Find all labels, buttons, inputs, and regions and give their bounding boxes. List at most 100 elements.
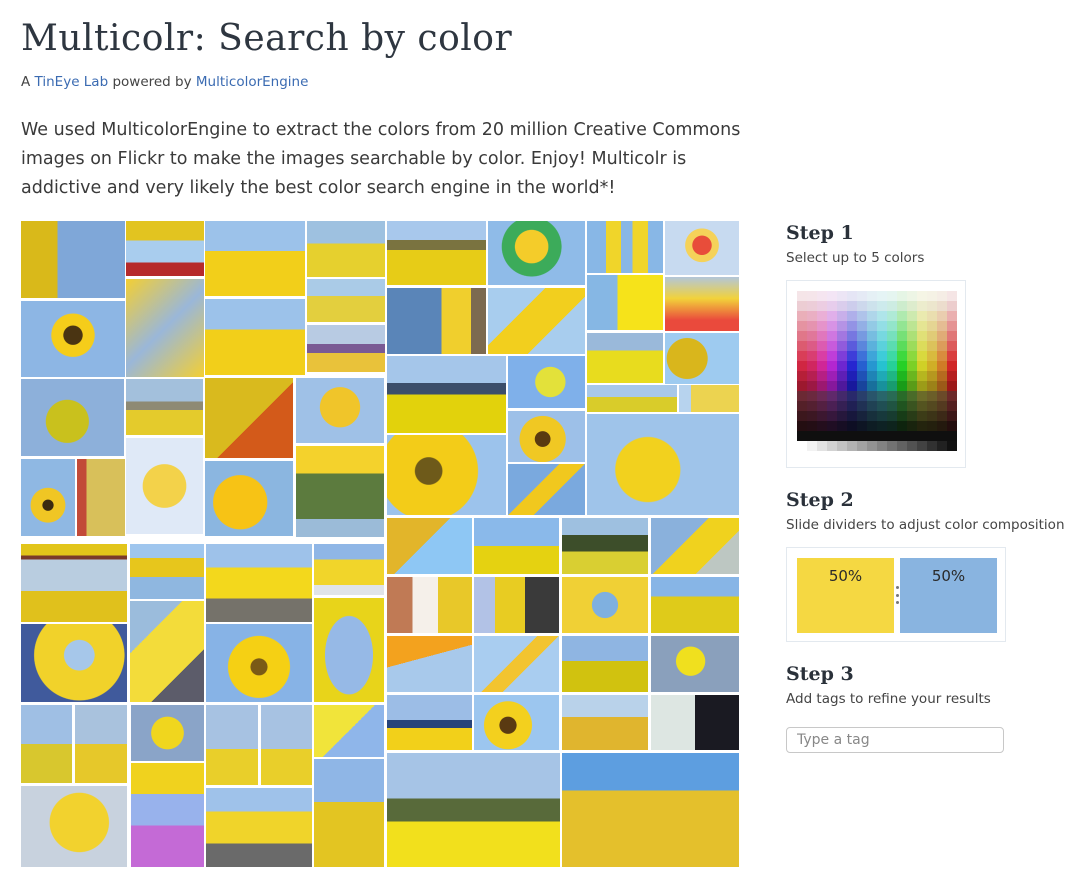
palette-color-swatch[interactable] bbox=[797, 371, 807, 381]
palette-color-swatch[interactable] bbox=[827, 391, 837, 401]
image-tile[interactable] bbox=[651, 577, 739, 633]
image-tile[interactable] bbox=[21, 786, 127, 867]
image-tile[interactable] bbox=[206, 705, 258, 785]
palette-color-swatch[interactable] bbox=[797, 351, 807, 361]
palette-color-swatch[interactable] bbox=[797, 391, 807, 401]
palette-color-swatch[interactable] bbox=[827, 361, 837, 371]
palette-color-swatch[interactable] bbox=[887, 351, 897, 361]
palette-gray-swatch[interactable] bbox=[897, 441, 907, 451]
palette-color-swatch[interactable] bbox=[807, 341, 817, 351]
palette-color-swatch[interactable] bbox=[837, 381, 847, 391]
multicolorengine-link[interactable]: MulticolorEngine bbox=[196, 74, 309, 90]
palette-color-swatch[interactable] bbox=[867, 301, 877, 311]
image-tile[interactable] bbox=[562, 518, 648, 574]
palette-color-swatch[interactable] bbox=[867, 321, 877, 331]
palette-color-swatch[interactable] bbox=[937, 381, 947, 391]
palette-color-swatch[interactable] bbox=[797, 341, 807, 351]
image-tile[interactable] bbox=[75, 705, 127, 783]
palette-color-swatch[interactable] bbox=[807, 321, 817, 331]
palette-color-swatch[interactable] bbox=[857, 391, 867, 401]
palette-color-swatch[interactable] bbox=[797, 321, 807, 331]
palette-color-swatch[interactable] bbox=[837, 401, 847, 411]
palette-color-swatch[interactable] bbox=[947, 331, 957, 341]
palette-color-swatch[interactable] bbox=[827, 321, 837, 331]
image-tile[interactable] bbox=[679, 385, 739, 412]
palette-color-swatch[interactable] bbox=[817, 311, 827, 321]
palette-color-swatch[interactable] bbox=[917, 321, 927, 331]
palette-color-swatch[interactable] bbox=[847, 361, 857, 371]
palette-color-swatch[interactable] bbox=[847, 301, 857, 311]
palette-color-swatch[interactable] bbox=[817, 421, 827, 431]
palette-color-swatch[interactable] bbox=[797, 421, 807, 431]
palette-color-swatch[interactable] bbox=[917, 311, 927, 321]
palette-color-swatch[interactable] bbox=[917, 431, 927, 441]
palette-color-swatch[interactable] bbox=[837, 311, 847, 321]
palette-color-swatch[interactable] bbox=[917, 301, 927, 311]
palette-color-swatch[interactable] bbox=[887, 341, 897, 351]
palette-color-swatch[interactable] bbox=[807, 381, 817, 391]
palette-color-swatch[interactable] bbox=[857, 291, 867, 301]
palette-color-swatch[interactable] bbox=[937, 421, 947, 431]
palette-color-swatch[interactable] bbox=[947, 361, 957, 371]
palette-color-swatch[interactable] bbox=[827, 371, 837, 381]
palette-color-swatch[interactable] bbox=[907, 411, 917, 421]
color-palette[interactable] bbox=[797, 291, 957, 451]
palette-gray-swatch[interactable] bbox=[937, 441, 947, 451]
image-tile[interactable] bbox=[474, 577, 559, 633]
palette-color-swatch[interactable] bbox=[937, 331, 947, 341]
palette-color-swatch[interactable] bbox=[897, 301, 907, 311]
palette-color-swatch[interactable] bbox=[847, 381, 857, 391]
palette-color-swatch[interactable] bbox=[947, 411, 957, 421]
palette-color-swatch[interactable] bbox=[877, 321, 887, 331]
palette-color-swatch[interactable] bbox=[837, 351, 847, 361]
image-tile[interactable] bbox=[488, 288, 585, 354]
image-tile[interactable] bbox=[387, 435, 506, 515]
image-tile[interactable] bbox=[508, 411, 585, 462]
palette-color-swatch[interactable] bbox=[937, 301, 947, 311]
palette-color-swatch[interactable] bbox=[927, 391, 937, 401]
palette-color-swatch[interactable] bbox=[907, 401, 917, 411]
palette-color-swatch[interactable] bbox=[817, 411, 827, 421]
image-tile[interactable] bbox=[21, 301, 125, 377]
image-tile[interactable] bbox=[387, 695, 472, 750]
image-tile[interactable] bbox=[474, 518, 559, 574]
image-tile[interactable] bbox=[205, 461, 293, 536]
palette-color-swatch[interactable] bbox=[807, 351, 817, 361]
palette-color-swatch[interactable] bbox=[847, 421, 857, 431]
palette-color-swatch[interactable] bbox=[887, 301, 897, 311]
image-tile[interactable] bbox=[474, 636, 559, 692]
palette-color-swatch[interactable] bbox=[897, 351, 907, 361]
palette-color-swatch[interactable] bbox=[927, 381, 937, 391]
image-tile[interactable] bbox=[562, 636, 648, 692]
palette-color-swatch[interactable] bbox=[857, 431, 867, 441]
palette-color-swatch[interactable] bbox=[887, 411, 897, 421]
image-tile[interactable] bbox=[205, 378, 293, 458]
image-tile[interactable] bbox=[314, 759, 384, 867]
image-tile[interactable] bbox=[307, 221, 385, 277]
palette-color-swatch[interactable] bbox=[887, 291, 897, 301]
palette-color-swatch[interactable] bbox=[937, 351, 947, 361]
palette-color-swatch[interactable] bbox=[897, 291, 907, 301]
palette-color-swatch[interactable] bbox=[867, 411, 877, 421]
palette-color-swatch[interactable] bbox=[817, 341, 827, 351]
palette-color-swatch[interactable] bbox=[797, 311, 807, 321]
palette-color-swatch[interactable] bbox=[927, 331, 937, 341]
palette-color-swatch[interactable] bbox=[927, 431, 937, 441]
palette-color-swatch[interactable] bbox=[917, 401, 927, 411]
palette-color-swatch[interactable] bbox=[807, 301, 817, 311]
palette-color-swatch[interactable] bbox=[887, 401, 897, 411]
palette-color-swatch[interactable] bbox=[807, 411, 817, 421]
image-tile[interactable] bbox=[665, 277, 739, 331]
palette-color-swatch[interactable] bbox=[797, 361, 807, 371]
palette-color-swatch[interactable] bbox=[827, 331, 837, 341]
image-tile[interactable] bbox=[314, 705, 384, 757]
palette-color-swatch[interactable] bbox=[817, 331, 827, 341]
palette-color-swatch[interactable] bbox=[847, 331, 857, 341]
palette-color-swatch[interactable] bbox=[867, 341, 877, 351]
palette-color-swatch[interactable] bbox=[807, 311, 817, 321]
image-tile[interactable] bbox=[651, 636, 739, 692]
palette-color-swatch[interactable] bbox=[797, 301, 807, 311]
palette-color-swatch[interactable] bbox=[917, 421, 927, 431]
palette-color-swatch[interactable] bbox=[797, 401, 807, 411]
palette-color-swatch[interactable] bbox=[917, 411, 927, 421]
